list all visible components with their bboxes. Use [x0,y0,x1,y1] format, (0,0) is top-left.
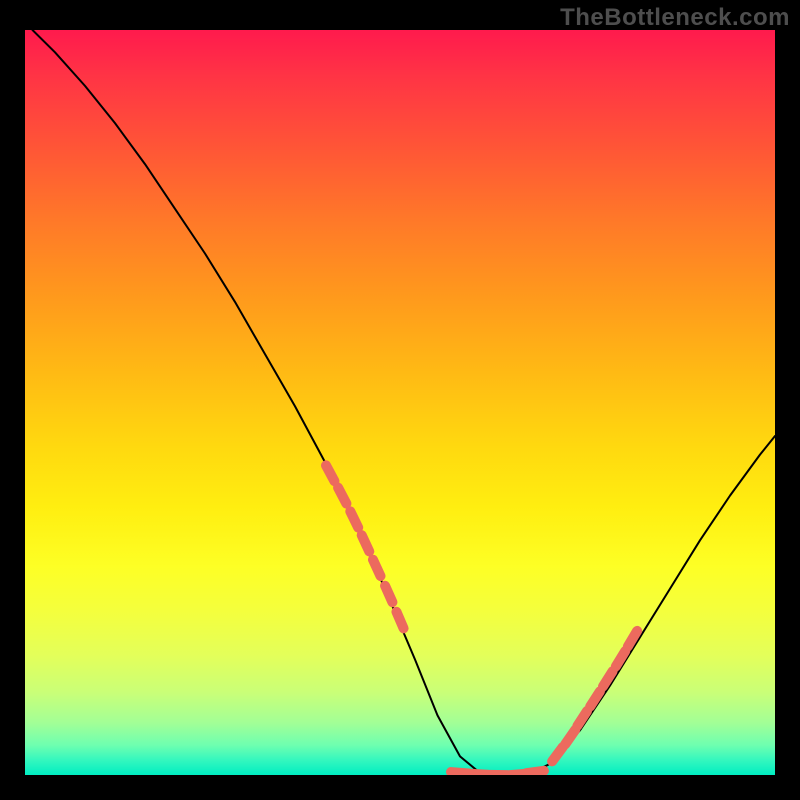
dash-marker [385,586,392,602]
plot-area [25,30,775,775]
chart-svg [25,30,775,775]
dash-marker [326,465,335,481]
dash-marker [362,535,370,551]
dash-marker [526,771,544,773]
dash-marker [373,560,381,576]
watermark-text: TheBottleneck.com [560,4,790,32]
curve-path [33,30,776,775]
dash-marker [338,488,346,504]
chart-frame: TheBottleneck.com [0,0,800,800]
dash-marker [396,612,403,629]
dash-marker [552,747,563,761]
dash-marker [350,511,358,527]
dash-marker [565,730,575,745]
dash-marker [577,711,587,726]
